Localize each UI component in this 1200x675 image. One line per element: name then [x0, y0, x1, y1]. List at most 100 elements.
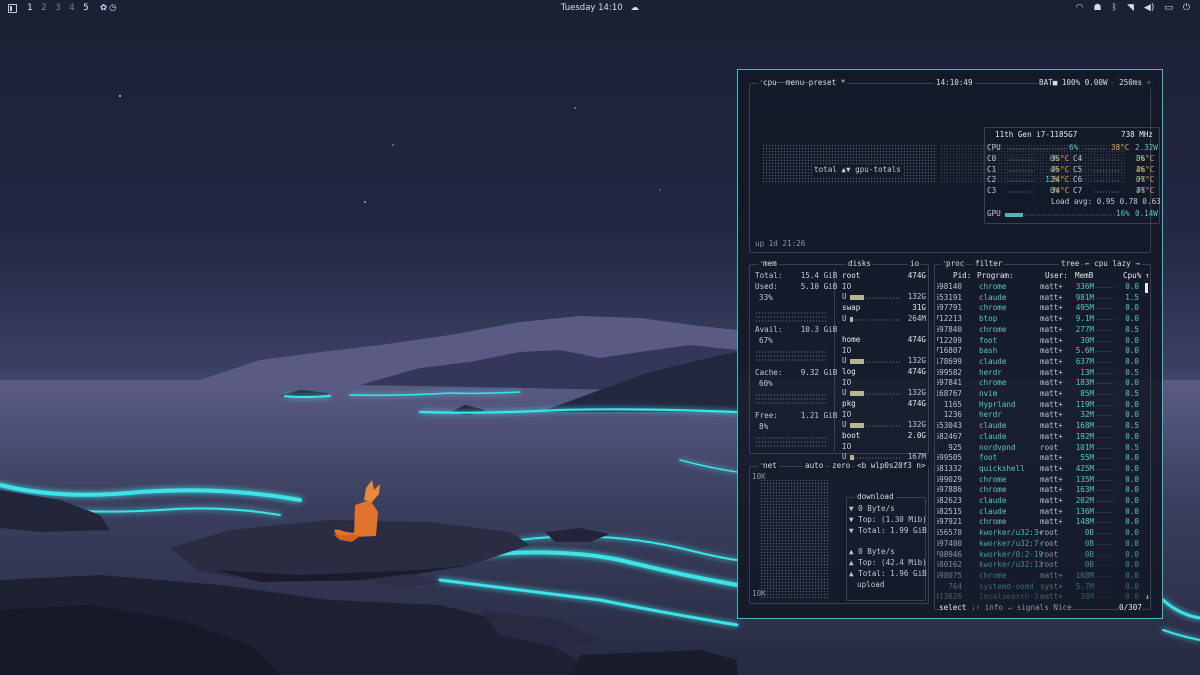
proc-tree-toggle[interactable]: tree: [1059, 259, 1082, 270]
proc-row[interactable]: 682515 claude matt+ 136M 0.0: [937, 507, 1150, 518]
proc-pid: 698075: [937, 570, 962, 580]
proc-mem: 119M: [1075, 399, 1094, 409]
proc-row[interactable]: 178699 claude matt+ 637M 0.0: [937, 357, 1150, 368]
proc-row[interactable]: 697841 chrome matt+ 183M 0.0: [937, 378, 1150, 389]
proc-header-pid[interactable]: Pid:: [953, 271, 971, 282]
net-scale-top: 10K: [752, 472, 766, 481]
clock[interactable]: Tuesday 14:10: [561, 3, 623, 13]
proc-cpu: 0.0: [1125, 335, 1139, 345]
menu-button[interactable]: menu: [786, 78, 804, 87]
proc-row[interactable]: 681332 quickshell matt+ 425M 0.0: [937, 464, 1150, 475]
core-track: [1007, 179, 1033, 184]
cpu-freq: 738 MHz: [1121, 130, 1154, 139]
scroll-up-arrow[interactable]: ↑: [1145, 271, 1150, 282]
disk-used-bar: [850, 316, 853, 322]
proc-filter[interactable]: filter: [973, 259, 1005, 270]
top-bar: 1 2 3 4 5 ✿ ◷ Tuesday 14:10 ☁ ◠ ☗ ᛒ ◥ ◀)…: [0, 0, 1200, 16]
proc-cpu: 0.0: [1125, 581, 1139, 591]
disk-io-label: IO: [842, 345, 852, 355]
proc-row[interactable]: 708946 kworker/0:2-19 root 0B 0.0: [937, 550, 1150, 561]
proc-row[interactable]: 1236 herdr matt+ 32M 0.0: [937, 410, 1150, 421]
proc-row[interactable]: 699029 chrome matt+ 135M 0.0: [937, 475, 1150, 486]
proc-nice-button[interactable]: Nice: [1053, 603, 1071, 612]
proc-mem: 183M: [1075, 378, 1094, 388]
proc-header-cpu[interactable]: Cpu%: [1123, 271, 1141, 282]
proc-user: matt+: [1040, 431, 1063, 441]
disk-name: boot: [842, 431, 861, 440]
proc-sort-selector[interactable]: ← cpu lazy →: [1083, 259, 1142, 270]
bluetooth-icon[interactable]: ᛒ: [1112, 3, 1117, 13]
proc-cpu: 0.5: [1125, 421, 1139, 431]
proc-user: matt+: [1040, 410, 1063, 420]
proc-row[interactable]: 712213 btop matt+ 9.1M 0.0: [937, 314, 1150, 325]
proc-signals-button[interactable]: signals: [1017, 603, 1049, 612]
proc-mem-track: [1095, 457, 1115, 461]
proc-header-user[interactable]: User:: [1045, 271, 1068, 282]
proc-mem-track: [1095, 307, 1115, 311]
scroll-down-arrow[interactable]: ↓: [1145, 592, 1150, 603]
bot-icon[interactable]: ☗: [1094, 3, 1102, 13]
proc-row[interactable]: 697886 chrome matt+ 163M 0.0: [937, 485, 1150, 496]
proc-mem-track: [1095, 521, 1115, 525]
proc-row[interactable]: 698075 chrome matt+ 168M 0.0: [937, 571, 1150, 582]
proc-header-program[interactable]: Program:: [977, 271, 1014, 282]
preset-button[interactable]: preset *: [809, 78, 846, 87]
proc-mem-track: [1095, 574, 1115, 578]
proc-row[interactable]: 680162 kworker/u32:13 root 0B 0.0: [937, 560, 1150, 571]
disk-used-bar: [850, 359, 864, 365]
proc-header-mem[interactable]: MemB: [1075, 271, 1093, 282]
proc-row[interactable]: 168767 nvim matt+ 85M 0.5: [937, 389, 1150, 400]
proc-user: matt+: [1040, 485, 1063, 495]
mem-total: Total: 15.4 GiB: [755, 271, 838, 280]
proc-row[interactable]: 697400 kworker/u32:7- root 0B 0.0: [937, 539, 1150, 550]
proc-select-button[interactable]: select: [939, 603, 966, 612]
proc-row[interactable]: 682623 claude matt+ 202M 0.0: [937, 496, 1150, 507]
proc-row[interactable]: 656578 kworker/u32:3+ root 0B 0.0: [937, 528, 1150, 539]
net-zero-toggle[interactable]: zero: [830, 461, 853, 472]
core-label: C2: [987, 175, 997, 185]
proc-row[interactable]: 682467 claude matt+ 192M 0.0: [937, 432, 1150, 443]
proc-row[interactable]: 553191 claude matt+ 981M 1.5: [937, 293, 1150, 304]
proc-scrollbar[interactable]: [1145, 283, 1148, 293]
core-temp: 37°C: [1136, 175, 1155, 185]
proc-mem-track: [1095, 393, 1115, 396]
proc-row[interactable]: 697840 chrome matt+ 277M 0.5: [937, 325, 1150, 336]
proc-row[interactable]: 925 nordvpnd root 101M 0.5: [937, 443, 1150, 454]
proc-row[interactable]: 699582 herdr matt+ 13M 0.5: [937, 368, 1150, 379]
core-label: C1: [987, 164, 997, 174]
mem-avail-pct: 67%: [759, 336, 773, 345]
proc-info-button[interactable]: info: [985, 603, 1003, 612]
proc-program: kworker/u32:7-: [979, 538, 1044, 548]
proc-row[interactable]: 413626 localsearch-3 matt+ 38M 0.0: [937, 592, 1150, 602]
net-auto-toggle[interactable]: auto: [803, 461, 826, 472]
disks-io-toggle[interactable]: io: [908, 259, 922, 270]
proc-row[interactable]: 697791 chrome matt+ 495M 0.0: [937, 303, 1150, 314]
proc-row[interactable]: 1165 Hyprland matt+ 119M 0.0: [937, 400, 1150, 411]
proc-mem-track: [1095, 371, 1115, 375]
proc-row[interactable]: 716807 bash matt+ 5.6M 0.0: [937, 346, 1150, 357]
wifi-icon[interactable]: ◥: [1127, 3, 1134, 13]
proc-program: chrome: [979, 517, 1007, 527]
proc-row[interactable]: 698140 chrome matt+ 336M 0.0: [937, 282, 1150, 293]
proc-row[interactable]: 553043 claude matt+ 168M 0.5: [937, 421, 1150, 432]
proc-mem: 637M: [1075, 356, 1094, 366]
headphones-icon[interactable]: ◠: [1076, 3, 1084, 13]
proc-user: root: [1040, 538, 1059, 548]
update-interval[interactable]: - 250ms +: [1108, 78, 1154, 89]
net-interface-selector[interactable]: <b wlp0s20f3 n>: [855, 461, 928, 472]
disk-used: 264M: [907, 313, 926, 323]
proc-cpu: 0.0: [1125, 431, 1139, 441]
proc-pid: 708946: [937, 549, 962, 559]
proc-row[interactable]: 697921 chrome matt+ 148M 0.0: [937, 517, 1150, 528]
volume-icon[interactable]: ◀): [1144, 3, 1154, 13]
proc-list[interactable]: 698140 chrome matt+ 336M 0.0 553191 claude matt…: [937, 282, 1150, 602]
cloud-icon[interactable]: ☁: [631, 3, 640, 13]
screen-icon[interactable]: ▭: [1164, 3, 1173, 13]
proc-row[interactable]: 764 systemd-oomd syst+ 5.7M 0.0: [937, 582, 1150, 593]
proc-row[interactable]: 712209 foot matt+ 30M 0.0: [937, 336, 1150, 347]
power-icon[interactable]: ⏻: [1183, 3, 1190, 13]
proc-row[interactable]: 699505 foot matt+ 55M 0.0: [937, 453, 1150, 464]
btop-terminal[interactable]: ¹cpu──menu─preset * 14:10:49 BAT■ 100% 0…: [737, 69, 1163, 619]
disk-used-label: U: [842, 388, 847, 398]
proc-program: claude: [979, 421, 1007, 431]
